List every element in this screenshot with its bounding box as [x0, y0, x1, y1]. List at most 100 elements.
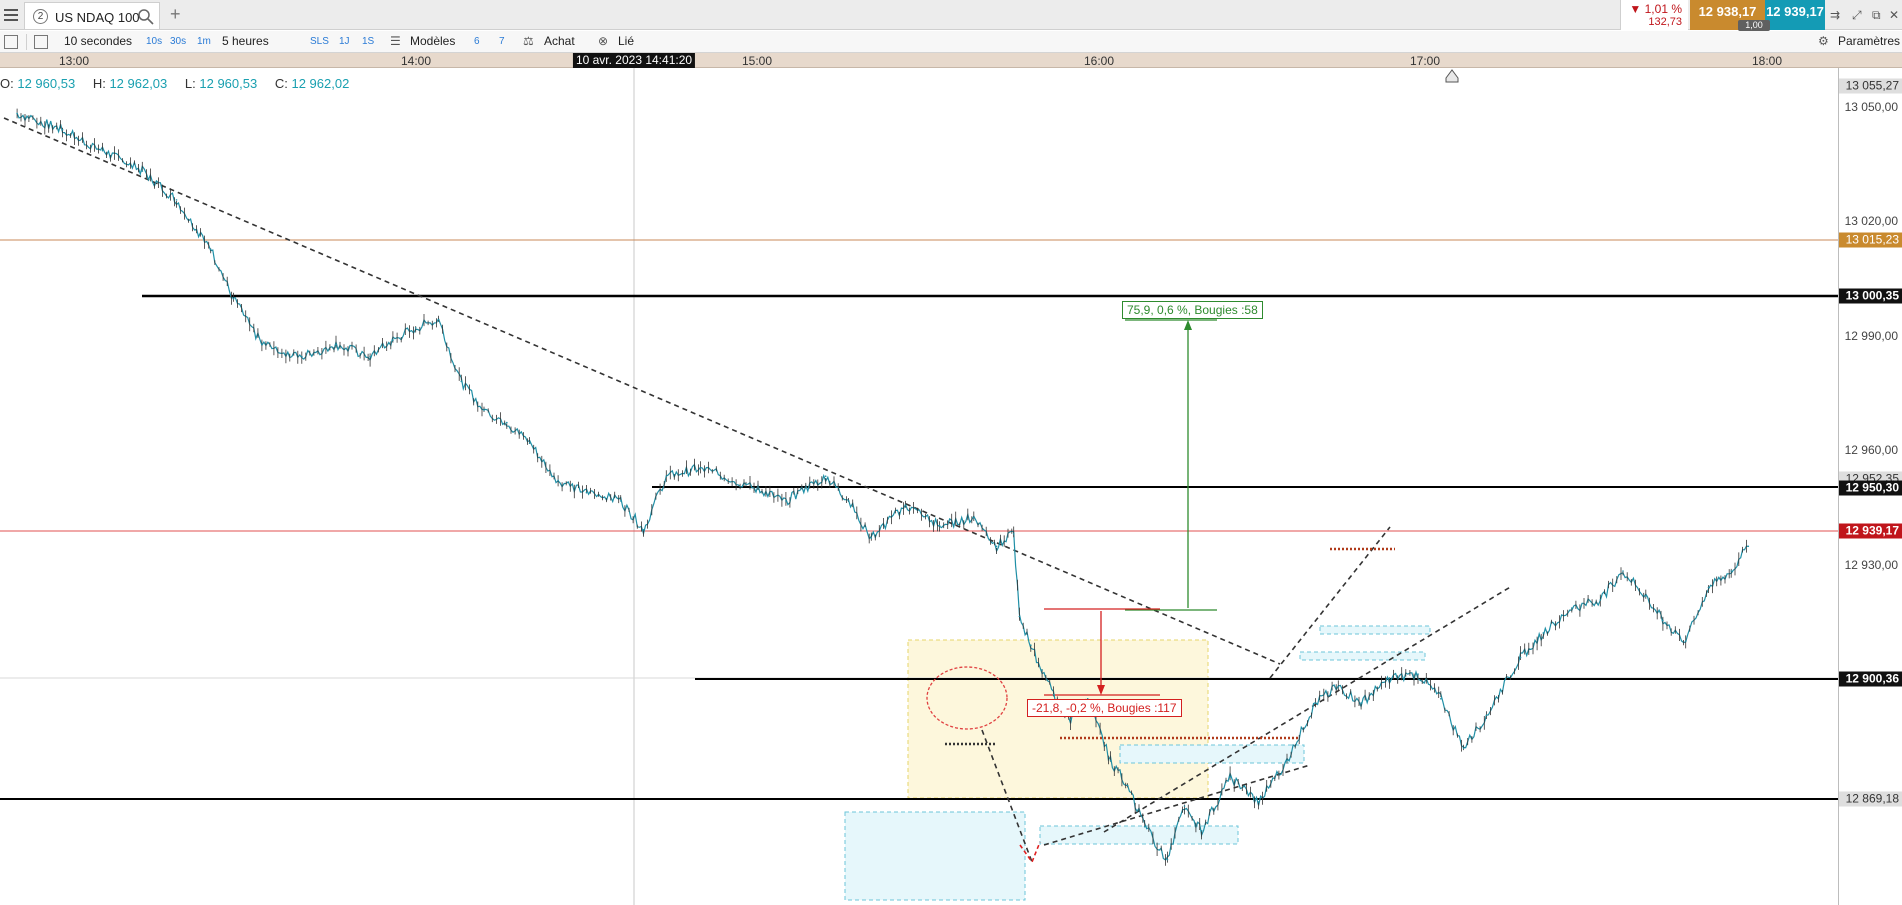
price-point — [483, 409, 485, 412]
price-point — [528, 442, 531, 445]
price-tag-level: 12 900,36 — [1839, 671, 1902, 687]
price-axis[interactable]: 13 050,00 13 020,00 12 990,00 12 960,00 … — [1838, 68, 1902, 905]
price-point — [414, 327, 417, 329]
price-point — [1337, 685, 1340, 688]
price-point — [437, 318, 440, 321]
price-point — [973, 516, 975, 519]
price-point — [1360, 702, 1362, 704]
price-point — [460, 380, 463, 383]
support-zone-box[interactable] — [1119, 744, 1305, 764]
price-point — [1622, 570, 1624, 572]
price-point — [61, 129, 64, 131]
price-point — [335, 343, 337, 346]
price-tag-low: 12 869,18 — [1839, 791, 1902, 807]
price-point — [301, 355, 303, 358]
price-point — [1069, 718, 1072, 721]
price-point — [904, 504, 907, 506]
price-point — [585, 491, 588, 494]
price-point — [847, 500, 850, 502]
price-chart[interactable] — [0, 0, 1838, 905]
price-point — [1599, 599, 1602, 601]
price-tick: 12 990,00 — [1844, 329, 1898, 343]
price-point — [1417, 673, 1419, 675]
price-point — [1707, 586, 1710, 589]
price-point — [745, 483, 747, 486]
price-point — [1440, 698, 1442, 700]
price-point — [1229, 776, 1231, 778]
price-point — [699, 467, 702, 469]
price-point — [141, 170, 144, 172]
demand-zone-box[interactable] — [844, 811, 1026, 901]
range-zone-box[interactable] — [907, 639, 1209, 799]
price-point — [1571, 607, 1573, 609]
price-point — [1052, 693, 1055, 696]
price-tag-level: 13 000,35 — [1839, 288, 1902, 304]
price-point — [1314, 702, 1317, 704]
price-point — [1485, 714, 1488, 717]
ohlc-high: 12 962,03 — [109, 76, 168, 91]
price-point — [619, 500, 622, 502]
price-point — [101, 149, 104, 152]
ohlc-readout: O: 12 960,53 H: 12 962,03 L: 12 960,53 C… — [0, 76, 350, 91]
price-point — [1662, 619, 1664, 622]
downtrend-line[interactable] — [3, 117, 1281, 665]
price-point — [1645, 595, 1647, 597]
price-tick: 13 020,00 — [1844, 214, 1898, 228]
price-tag-orange: 13 015,23 — [1839, 232, 1902, 248]
price-point — [232, 298, 235, 300]
price-point — [938, 524, 941, 527]
price-point — [1200, 830, 1203, 832]
price-point — [1747, 545, 1750, 548]
price-point — [824, 475, 827, 478]
price-point — [995, 545, 998, 548]
ohlc-close: 12 962,02 — [291, 76, 350, 91]
ohlc-open: 12 960,53 — [17, 76, 76, 91]
price-point — [1286, 759, 1288, 762]
price-point — [785, 500, 787, 502]
price-point — [665, 475, 668, 478]
support-zone-box[interactable] — [1299, 651, 1426, 661]
price-point — [1388, 677, 1391, 679]
expand-icon[interactable]: ⤢ — [1852, 8, 1862, 23]
price-point — [1257, 801, 1260, 803]
price-point — [16, 112, 18, 115]
price-tick: 12 960,00 — [1844, 443, 1898, 457]
support-zone-box[interactable] — [1319, 625, 1431, 635]
settings-button[interactable]: Paramètres — [1838, 34, 1900, 48]
price-point — [557, 479, 559, 482]
price-point — [1730, 570, 1732, 572]
price-point — [1166, 858, 1169, 861]
support-zone-box[interactable] — [1039, 825, 1239, 845]
price-point — [392, 339, 394, 341]
alert-marker-icon[interactable] — [1445, 69, 1459, 83]
price-point — [1126, 784, 1129, 787]
price-tick: 13 050,00 — [1844, 100, 1898, 114]
measure-down-label: -21,8, -0,2 %, Bougies :117 — [1027, 699, 1182, 717]
detach-icon[interactable]: ⧉ — [1872, 8, 1881, 23]
price-point — [506, 421, 508, 424]
price-point — [209, 248, 212, 251]
price-point — [1030, 644, 1032, 646]
price-point — [261, 343, 263, 346]
price-point — [1109, 759, 1112, 762]
price-point — [175, 199, 178, 201]
current-price-tag: 12 939,17 — [1839, 523, 1902, 539]
price-point — [1018, 615, 1021, 618]
price-point — [642, 529, 645, 531]
ohlc-low: 12 960,53 — [199, 76, 258, 91]
price-point — [1684, 640, 1687, 642]
price-point — [1183, 805, 1186, 807]
price-tag-level: 12 950,30 — [1839, 480, 1902, 496]
price-point — [1542, 632, 1545, 634]
price-tag-high: 13 055,27 — [1839, 78, 1902, 94]
price-point — [1462, 747, 1465, 750]
measure-up-label: 75,9, 0,6 %, Bougies :58 — [1122, 301, 1263, 319]
price-point — [1012, 533, 1015, 535]
close-icon[interactable]: ✕ — [1889, 8, 1899, 22]
price-point — [1143, 825, 1146, 828]
price-tick: 12 930,00 — [1844, 558, 1898, 572]
price-point — [1041, 669, 1043, 671]
measure-tool-up[interactable] — [1125, 319, 1217, 611]
price-point — [369, 355, 371, 358]
price-point — [1519, 656, 1522, 659]
